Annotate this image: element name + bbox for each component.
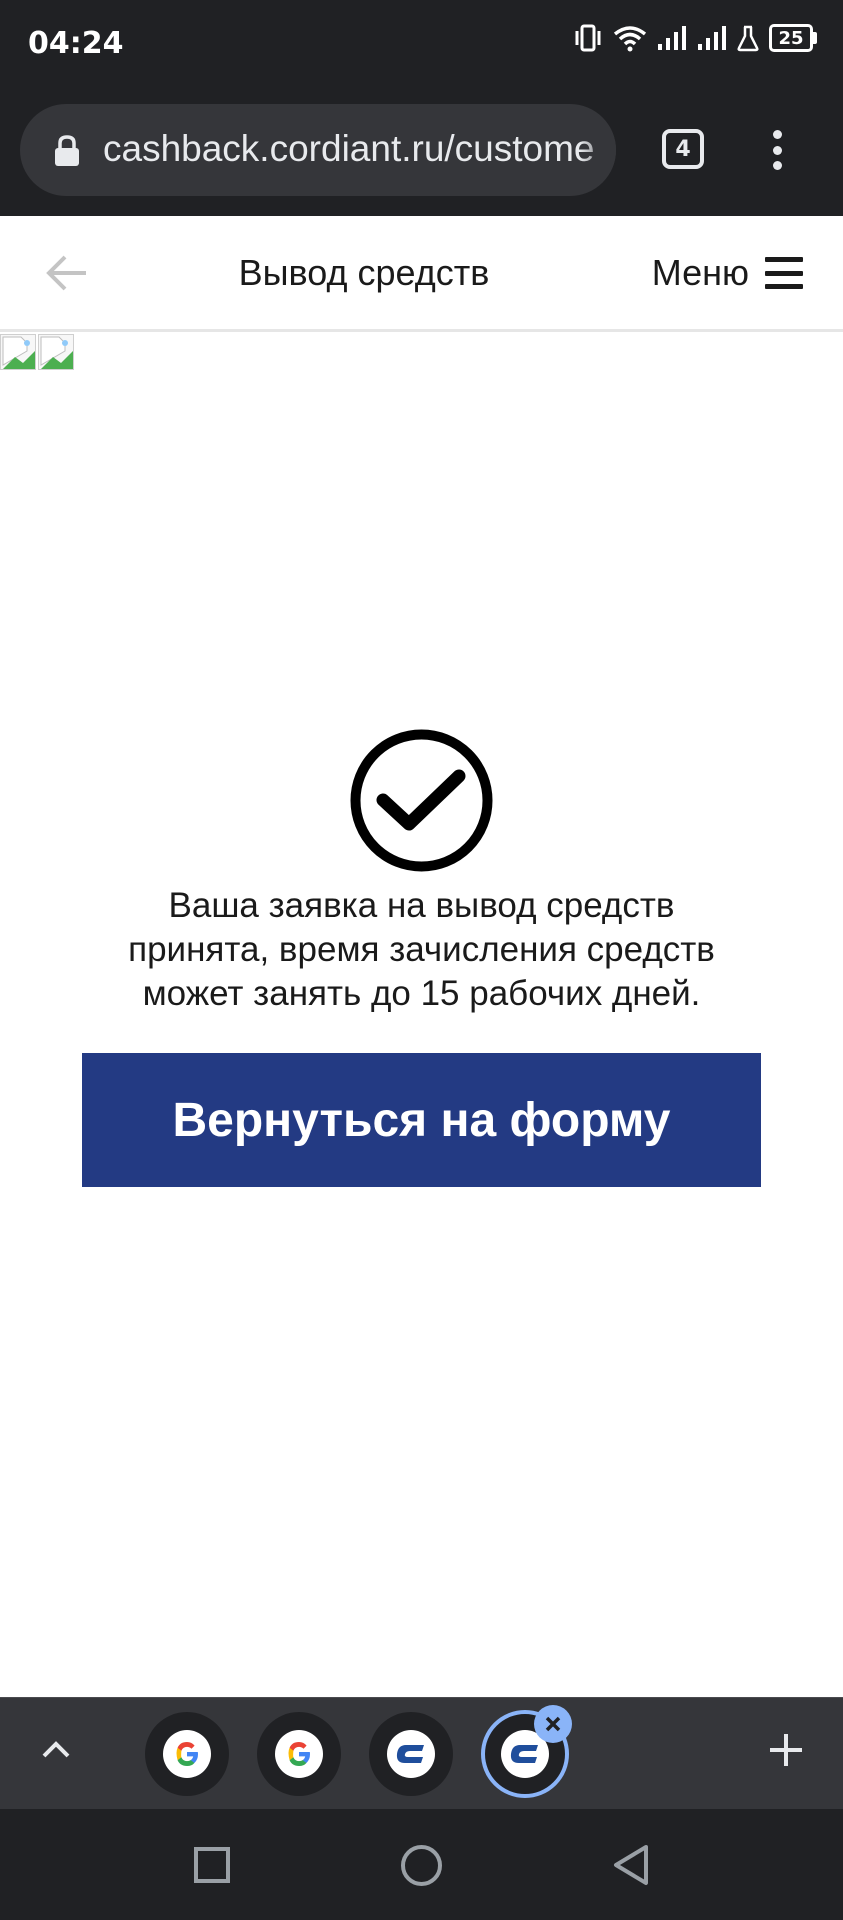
home-icon[interactable] xyxy=(400,1844,443,1887)
cordiant-icon xyxy=(396,1745,424,1763)
cordiant-icon xyxy=(510,1745,538,1763)
recents-icon[interactable] xyxy=(193,1846,231,1884)
hamburger-icon xyxy=(765,257,803,289)
status-time: 04:24 xyxy=(28,26,124,61)
tab-google-1[interactable] xyxy=(145,1712,229,1796)
more-options-icon[interactable] xyxy=(770,130,784,170)
menu-button[interactable]: Меню xyxy=(652,252,803,294)
url-text[interactable]: cashback.cordiant.ru/custome xyxy=(103,128,595,170)
status-icons: 25 xyxy=(573,24,817,52)
success-message-line: может занять до 15 рабочих дней. xyxy=(142,974,701,1013)
tab-strip xyxy=(0,1697,843,1809)
url-bar[interactable]: cashback.cordiant.ru/custome xyxy=(20,104,616,196)
page-header: Вывод средств Меню xyxy=(0,216,843,332)
close-tab-icon[interactable] xyxy=(534,1705,572,1743)
success-message-line: принята, время зачисления средств xyxy=(128,930,715,969)
vibrate-icon xyxy=(575,24,601,52)
system-nav-bar xyxy=(0,1809,843,1920)
broken-images xyxy=(0,334,74,370)
browser-toolbar: cashback.cordiant.ru/custome 4 xyxy=(0,84,843,216)
tab-switcher-button[interactable]: 4 xyxy=(662,129,704,169)
return-to-form-button[interactable]: Вернуться на форму xyxy=(82,1053,761,1187)
success-message-line: Ваша заявка на вывод средств xyxy=(168,886,675,925)
google-icon xyxy=(176,1742,198,1766)
signal-icon xyxy=(698,26,726,50)
battery-icon: 25 xyxy=(769,24,817,52)
status-bar: 04:24 25 xyxy=(0,0,843,84)
lock-icon xyxy=(55,135,79,166)
page-title: Вывод средств xyxy=(238,252,490,293)
google-icon xyxy=(288,1742,310,1766)
signal-icon xyxy=(658,26,686,50)
lab-icon xyxy=(737,25,759,52)
battery-level: 25 xyxy=(769,24,813,52)
new-tab-plus-icon[interactable] xyxy=(768,1732,804,1768)
tab-cordiant-1[interactable] xyxy=(369,1712,453,1796)
broken-image-icon xyxy=(38,334,74,370)
nav-back-icon[interactable] xyxy=(612,1844,650,1886)
chevron-up-icon[interactable] xyxy=(40,1738,72,1760)
success-message: Ваша заявка на вывод средств принята, вр… xyxy=(60,884,783,1016)
checkmark-circle-icon xyxy=(350,729,493,872)
tab-google-2[interactable] xyxy=(257,1712,341,1796)
wifi-icon xyxy=(613,26,647,52)
menu-label: Меню xyxy=(651,252,749,293)
broken-image-icon xyxy=(0,334,36,370)
